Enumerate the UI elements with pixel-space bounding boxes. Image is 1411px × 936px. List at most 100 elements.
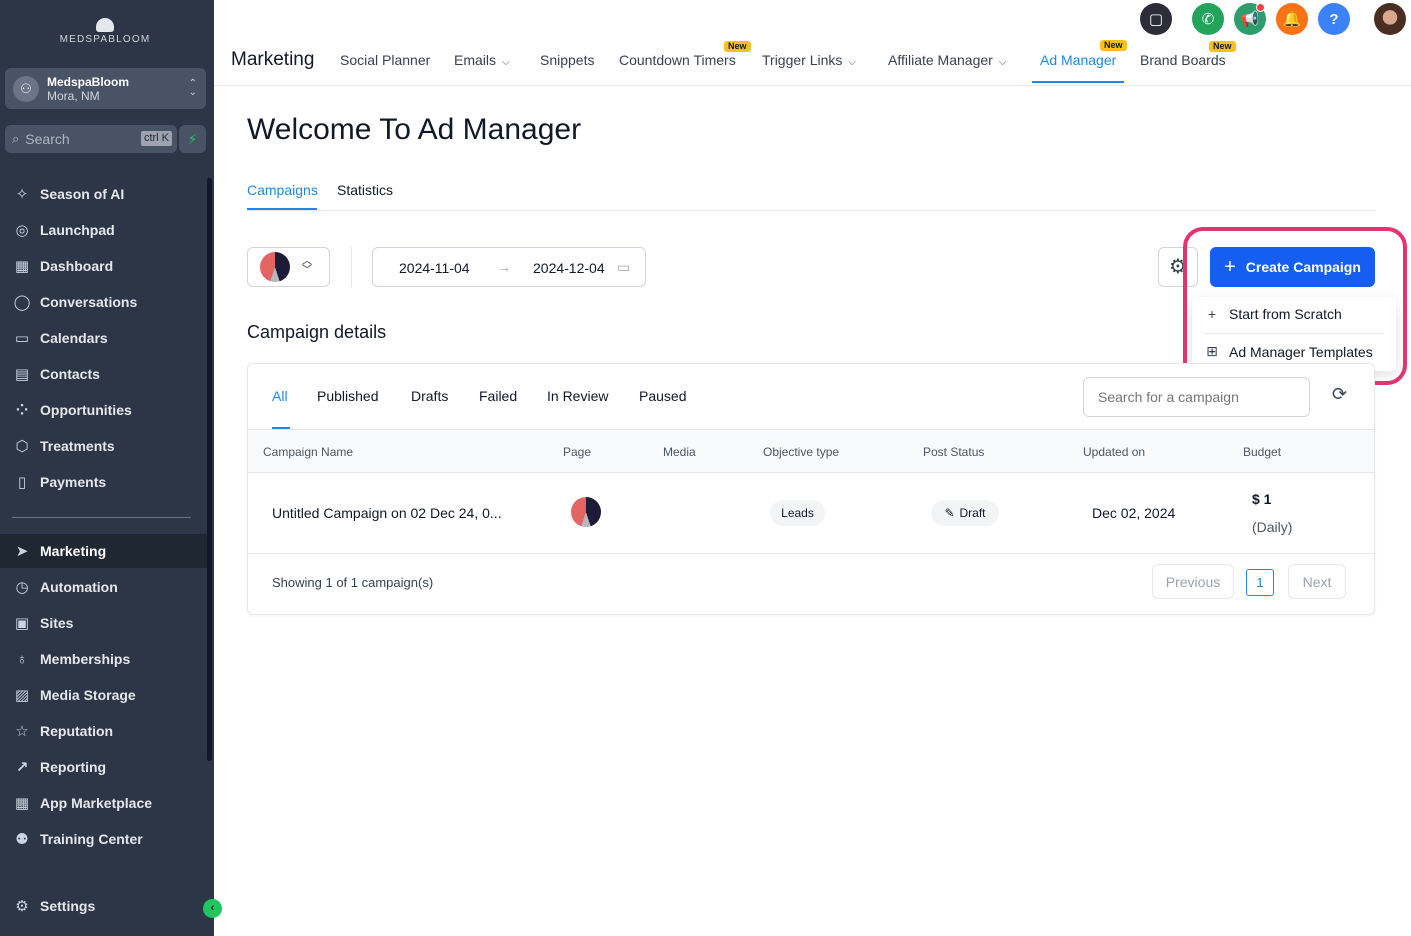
sidebar-item-reporting[interactable]: ↗ Reporting bbox=[0, 750, 208, 784]
automation-icon: ◷ bbox=[15, 579, 29, 596]
sidebar-search[interactable]: ⌕ Search ctrl K bbox=[5, 125, 177, 153]
sidebar-item-opportunities[interactable]: ⁘ Opportunities bbox=[0, 393, 208, 427]
campaign-name-link[interactable]: Untitled Campaign on 02 Dec 24, 0... bbox=[272, 505, 502, 521]
notification-dot bbox=[1256, 3, 1265, 12]
col-budget: Budget bbox=[1243, 445, 1282, 459]
apps-icon: ▦ bbox=[14, 795, 30, 812]
col-campaign-name[interactable]: Campaign Name bbox=[263, 445, 353, 459]
table-header: Campaign Name Page Media Objective type … bbox=[248, 429, 1374, 473]
logo-text: MEDSPABLOOM bbox=[59, 34, 151, 45]
trend-icon: ↗ bbox=[15, 759, 29, 776]
sidebar-item-conversations[interactable]: ◯ Conversations bbox=[0, 285, 208, 319]
nav-ad-manager[interactable]: Ad Manager bbox=[1040, 52, 1116, 68]
location-avatar-icon: ⚇ bbox=[13, 75, 39, 102]
sparkle-icon: ✧ bbox=[15, 186, 29, 203]
filter-tab-published[interactable]: Published bbox=[317, 388, 379, 404]
help-icon[interactable]: ? bbox=[1318, 3, 1350, 35]
contacts-icon: ▤ bbox=[14, 366, 30, 383]
sidebar-item-media-storage[interactable]: ▨ Media Storage bbox=[0, 678, 208, 712]
nav-affiliate-manager[interactable]: Affiliate Manager ⌵ bbox=[888, 52, 1006, 68]
tab-statistics[interactable]: Statistics bbox=[337, 182, 393, 198]
page-logo-icon bbox=[571, 497, 601, 527]
chevron-down-icon: ⌵ bbox=[848, 57, 856, 68]
phone-icon[interactable]: ✆ bbox=[1192, 3, 1224, 35]
bloom-logo-icon bbox=[96, 18, 114, 32]
app-title: Marketing bbox=[231, 49, 315, 70]
sidebar-divider bbox=[12, 517, 191, 518]
sidebar-item-automation[interactable]: ◷ Automation bbox=[0, 570, 208, 604]
megaphone-icon[interactable]: 📢 bbox=[1234, 3, 1266, 35]
brand-logo[interactable]: MEDSPABLOOM bbox=[0, 18, 210, 45]
sidebar: MEDSPABLOOM ⚇ MedspaBloom Mora, NM ⌃ ⌄ ⌕ … bbox=[0, 0, 214, 936]
highlight-annotation bbox=[1183, 227, 1407, 385]
new-badge: New bbox=[1100, 40, 1127, 51]
page-number-button[interactable]: 1 bbox=[1246, 569, 1274, 596]
nav-snippets[interactable]: Snippets bbox=[540, 52, 594, 68]
sidebar-item-sites[interactable]: ▣ Sites bbox=[0, 606, 208, 640]
account-switcher[interactable]: ⚇ MedspaBloom Mora, NM ⌃ ⌄ bbox=[5, 68, 206, 109]
filter-tab-drafts[interactable]: Drafts bbox=[411, 388, 448, 404]
sidebar-item-app-marketplace[interactable]: ▦ App Marketplace bbox=[0, 786, 208, 820]
sidebar-item-season-of-ai[interactable]: ✧ Season of AI bbox=[0, 177, 208, 211]
sidebar-item-calendars[interactable]: ▭ Calendars bbox=[0, 321, 208, 355]
nav-countdown-timers[interactable]: Countdown Timers bbox=[619, 52, 736, 68]
receipt-icon: ▯ bbox=[17, 474, 27, 491]
status-badge: ✎ Draft bbox=[931, 500, 999, 526]
table-row[interactable]: Untitled Campaign on 02 Dec 24, 0... Lea… bbox=[248, 473, 1374, 554]
date-to: 2024-12-04 bbox=[533, 260, 605, 276]
date-from: 2024-11-04 bbox=[399, 260, 470, 276]
calendar-icon: ▭ bbox=[617, 259, 631, 275]
filter-tab-all[interactable]: All bbox=[272, 388, 288, 404]
sidebar-item-payments[interactable]: ▯ Payments bbox=[0, 465, 208, 499]
nav-social-planner[interactable]: Social Planner bbox=[340, 52, 430, 68]
arrow-right-icon: → bbox=[497, 259, 511, 275]
nav-emails[interactable]: Emails ⌵ bbox=[454, 52, 510, 68]
nav-trigger-links[interactable]: Trigger Links ⌵ bbox=[762, 52, 856, 68]
col-updated-on[interactable]: Updated on bbox=[1083, 445, 1145, 459]
chat-bubble-icon[interactable]: ▢ bbox=[1140, 3, 1172, 35]
award-icon: ♁ bbox=[16, 650, 28, 668]
sidebar-item-reputation[interactable]: ☆ Reputation bbox=[0, 714, 208, 748]
showing-count: Showing 1 of 1 campaign(s) bbox=[272, 575, 434, 590]
quick-action-bolt-icon[interactable]: ⚡ bbox=[179, 125, 206, 153]
budget-amount: $ 1 bbox=[1252, 491, 1272, 507]
sidebar-item-dashboard[interactable]: ▦ Dashboard bbox=[0, 249, 208, 283]
account-location: Mora, NM bbox=[47, 88, 100, 103]
nav-brand-boards[interactable]: Brand Boards bbox=[1140, 52, 1226, 68]
gear-icon: ⚙ bbox=[15, 898, 29, 915]
sidebar-item-marketing[interactable]: ➤ Marketing bbox=[0, 534, 208, 568]
filter-tab-in-review[interactable]: In Review bbox=[547, 388, 608, 404]
next-page-button[interactable]: Next bbox=[1288, 564, 1346, 599]
col-page: Page bbox=[563, 445, 592, 459]
sidebar-item-contacts[interactable]: ▤ Contacts bbox=[0, 357, 208, 391]
budget-period: (Daily) bbox=[1252, 519, 1293, 535]
filter-tab-failed[interactable]: Failed bbox=[479, 388, 517, 404]
objective-badge: Leads bbox=[770, 500, 825, 526]
user-avatar[interactable] bbox=[1374, 3, 1406, 35]
date-range-picker[interactable]: 2024-11-04 → 2024-12-04 ▭ bbox=[372, 247, 646, 287]
campaign-search-input[interactable] bbox=[1083, 377, 1310, 417]
col-post-status: Post Status bbox=[923, 445, 985, 459]
send-icon: ➤ bbox=[15, 543, 29, 560]
active-nav-indicator bbox=[1032, 81, 1124, 83]
filter-tab-paused[interactable]: Paused bbox=[639, 388, 686, 404]
sidebar-item-settings[interactable]: ⚙ Settings bbox=[0, 889, 208, 923]
sidebar-item-training-center[interactable]: ⚉ Training Center bbox=[0, 822, 208, 856]
updated-date: Dec 02, 2024 bbox=[1092, 505, 1176, 521]
sidebar-item-memberships[interactable]: ♁ Memberships bbox=[0, 642, 208, 676]
tab-campaigns[interactable]: Campaigns bbox=[247, 182, 318, 198]
search-shortcut: ctrl K bbox=[140, 131, 172, 146]
rocket-icon: ◎ bbox=[15, 222, 29, 239]
sidebar-item-launchpad[interactable]: ◎ Launchpad bbox=[0, 213, 208, 247]
refresh-icon[interactable]: ⟳ bbox=[1332, 384, 1347, 405]
page-selector[interactable]: ︿ ﹀ bbox=[247, 247, 330, 287]
sidebar-scrollbar[interactable] bbox=[207, 178, 212, 761]
previous-page-button[interactable]: Previous bbox=[1152, 564, 1234, 599]
chevron-down-icon: ⌵ bbox=[998, 57, 1007, 68]
col-objective-type: Objective type bbox=[763, 445, 840, 459]
sidebar-item-treatments[interactable]: ⬡ Treatments bbox=[0, 429, 208, 463]
collapse-sidebar-chevron-icon[interactable]: ‹ bbox=[203, 899, 222, 918]
bell-icon[interactable]: 🔔 bbox=[1276, 3, 1308, 35]
campaigns-card: All Published Drafts Failed In Review Pa… bbox=[247, 363, 1375, 615]
section-title: Campaign details bbox=[247, 322, 387, 342]
